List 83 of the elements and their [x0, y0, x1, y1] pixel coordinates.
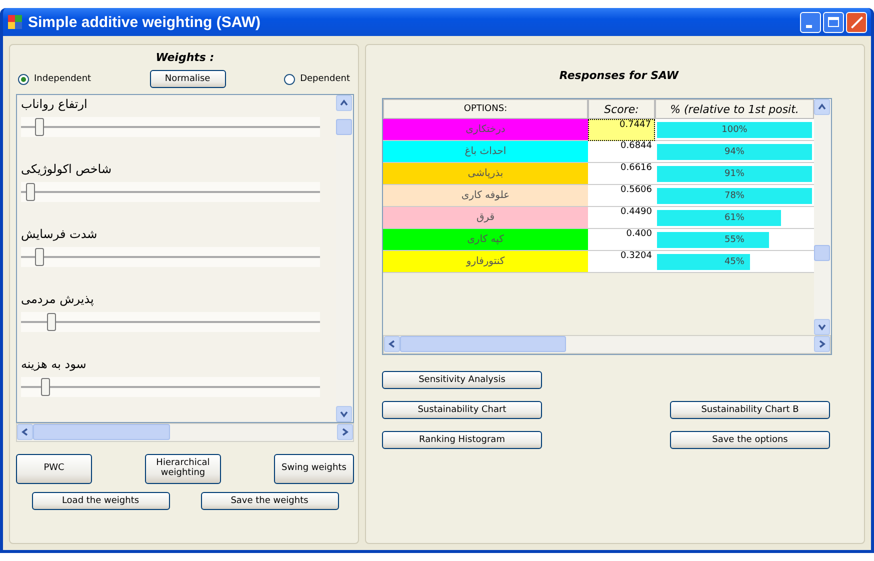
scroll-thumb[interactable] [400, 336, 566, 352]
caret-right-icon [817, 339, 827, 349]
slider-thumb[interactable] [26, 183, 35, 201]
action-button[interactable]: Sustainability Chart [382, 401, 542, 419]
action-button[interactable]: Save the options [670, 431, 830, 449]
maximize-button[interactable] [823, 12, 844, 32]
action-button[interactable]: Sensitivity Analysis [382, 371, 542, 389]
scroll-down-button[interactable] [814, 319, 830, 335]
weights-file-button[interactable]: Save the weights [200, 492, 338, 510]
scroll-right-button[interactable] [814, 336, 830, 352]
scroll-thumb[interactable] [814, 245, 830, 261]
score-cell: 0.5606 [588, 185, 655, 207]
slider-thumb[interactable] [46, 313, 56, 331]
panel-title: Responses for SAW [558, 68, 680, 84]
criterion-label: سود به هزینه [21, 357, 88, 373]
score-cell: 0.6616 [588, 163, 655, 185]
option-cell: علوفه کاری [383, 185, 588, 207]
score-cell: 0.6844 [588, 141, 655, 163]
criterion-label: ارتفاع رواناب [21, 97, 88, 113]
caret-down-icon [817, 322, 827, 332]
action-button[interactable]: Sustainability Chart B [670, 401, 830, 419]
normalise-button[interactable]: Normalise [150, 70, 226, 88]
option-cell: کپه کاری [383, 229, 588, 251]
option-cell: قرق [383, 207, 588, 229]
criterion-label: شدت فرسایش [21, 227, 98, 243]
caret-up-icon [817, 102, 827, 112]
radio-option[interactable]: Independent [18, 74, 92, 84]
option-cell: درختکاری [383, 119, 588, 141]
slider-thumb[interactable] [40, 378, 50, 396]
option-cell: احداث باغ [383, 141, 588, 163]
caret-down-icon [339, 409, 349, 419]
percent-value: 94% [723, 146, 746, 156]
slider-thumb[interactable] [34, 248, 44, 266]
slider-track[interactable] [21, 247, 320, 267]
option-cell: بذرپاشی [383, 163, 588, 185]
caret-left-icon [20, 427, 30, 437]
criterion-label: پذیرش مردمی [21, 292, 95, 308]
percent-value: 78% [723, 190, 746, 200]
caret-right-icon [340, 427, 350, 437]
horizontal-scrollbar[interactable] [16, 423, 354, 442]
scroll-up-button[interactable] [336, 95, 352, 111]
caret-left-icon [387, 339, 397, 349]
score-cell: 0.400 [588, 229, 655, 251]
percent-value: 45% [723, 256, 746, 266]
horizontal-scrollbar[interactable] [383, 335, 831, 354]
option-cell: کنتورفارو [383, 251, 588, 273]
window-title: Simple additive weighting (SAW) [28, 14, 262, 30]
scroll-left-button[interactable] [384, 336, 400, 352]
scroll-thumb[interactable] [33, 424, 170, 440]
scroll-thumb[interactable] [336, 119, 352, 135]
column-header[interactable]: % (relative to 1st posit. [655, 99, 814, 119]
slider-track[interactable] [21, 117, 320, 137]
scroll-left-button[interactable] [17, 424, 33, 440]
vertical-scrollbar[interactable] [336, 95, 353, 422]
vertical-scrollbar[interactable] [814, 99, 831, 335]
percent-value: 61% [723, 212, 746, 222]
weights-file-button[interactable]: Load the weights [32, 492, 170, 510]
slider-track[interactable] [21, 312, 320, 332]
panel-title: Weights : [154, 50, 216, 66]
score-cell: 0.3204 [588, 251, 655, 273]
slider-thumb[interactable] [34, 118, 44, 136]
score-cell: 0.4490 [588, 207, 655, 229]
column-header[interactable]: OPTIONS: [383, 99, 588, 119]
weighting-button[interactable]: PWC [16, 454, 92, 484]
percent-value: 100% [720, 124, 748, 134]
weighting-button[interactable]: Swing weights [274, 454, 354, 484]
action-button[interactable]: Ranking Histogram [382, 431, 542, 449]
scroll-up-button[interactable] [814, 99, 830, 115]
percent-value: 91% [723, 168, 746, 178]
minimize-button[interactable] [800, 12, 821, 32]
criterion-label: شاخص اکولوژیکی [21, 162, 113, 178]
scroll-down-button[interactable] [336, 406, 352, 422]
column-header[interactable]: Score: [588, 99, 655, 119]
slider-track[interactable] [21, 377, 320, 397]
slider-track[interactable] [21, 182, 320, 202]
scroll-right-button[interactable] [337, 424, 353, 440]
app-icon [7, 14, 23, 30]
score-cell: 0.7447 [588, 119, 655, 141]
radio-option[interactable]: Dependent [284, 74, 350, 84]
percent-value: 55% [723, 234, 746, 244]
weighting-button[interactable]: Hierarchical weighting [145, 454, 221, 484]
close-button[interactable] [846, 12, 867, 32]
caret-up-icon [339, 98, 349, 108]
